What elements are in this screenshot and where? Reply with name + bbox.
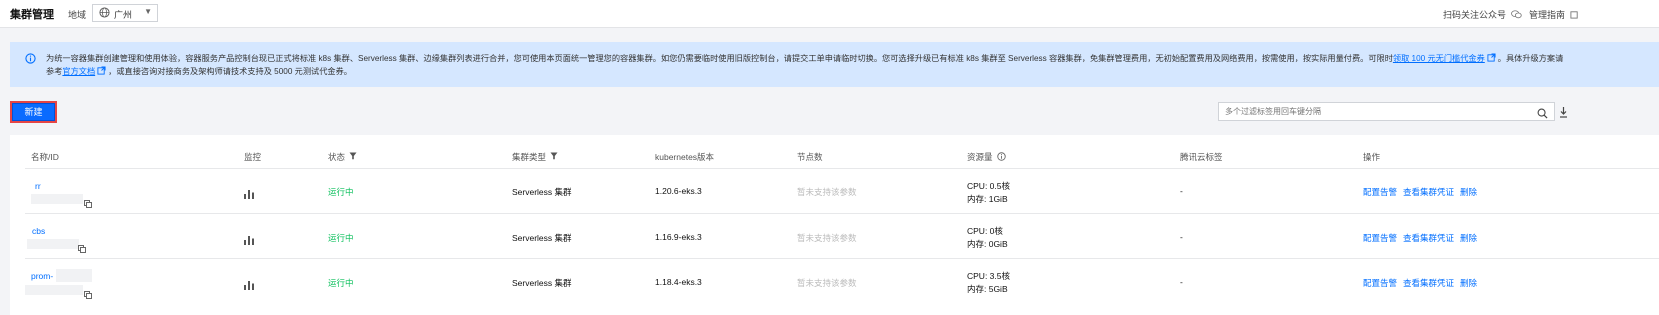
view-credentials-link[interactable]: 查看集群凭证 [1403, 233, 1454, 243]
download-icon[interactable] [1559, 105, 1568, 123]
chevron-down-icon: ▼ [144, 7, 152, 16]
view-credentials-link[interactable]: 查看集群凭证 [1403, 187, 1454, 197]
col-header-nodes: 节点数 [797, 152, 823, 162]
search-input[interactable] [1225, 104, 1525, 119]
top-bar: 集群管理 地域 广州 ▼ 扫码关注公众号 管理指南 [0, 0, 1659, 28]
info-icon [25, 51, 36, 69]
cluster-id-redacted [27, 239, 79, 249]
cluster-id-redacted [25, 285, 83, 295]
delete-link[interactable]: 删除 [1460, 187, 1477, 197]
tags-value: - [1180, 277, 1183, 287]
col-header-type[interactable]: 集群类型 [512, 151, 558, 163]
cpu-amount: CPU: 0.5核 [967, 181, 1010, 191]
cluster-type: Serverless 集群 [512, 278, 572, 288]
info-notice: 为统一容器集群创建管理和使用体验，容器服务产品控制台现已正式将标准 k8s 集群… [10, 42, 1659, 87]
copy-icon[interactable] [84, 286, 92, 304]
row-divider [25, 258, 1659, 259]
notice-text: 为统一容器集群创建管理和使用体验，容器服务产品控制台现已正式将标准 k8s 集群… [46, 53, 1564, 76]
copy-icon[interactable] [78, 240, 86, 258]
search-icon[interactable] [1537, 106, 1548, 124]
external-link-icon [1569, 11, 1578, 19]
memory-amount: 内存: 0GiB [967, 239, 1008, 249]
monitor-chart-icon[interactable] [244, 232, 254, 250]
wechat-icon [1510, 10, 1522, 19]
row-actions: 配置告警 查看集群凭证 删除 [1363, 277, 1483, 289]
external-link-icon [97, 66, 106, 75]
row-actions: 配置告警 查看集群凭证 删除 [1363, 232, 1483, 244]
row-divider [25, 168, 1659, 169]
region-label: 地域 [68, 10, 87, 20]
row-actions: 配置告警 查看集群凭证 删除 [1363, 186, 1483, 198]
region-select[interactable]: 广州 ▼ [92, 4, 158, 22]
delete-link[interactable]: 删除 [1460, 233, 1477, 243]
memory-amount: 内存: 1GiB [967, 194, 1008, 204]
guide-link[interactable]: 管理指南 [1529, 8, 1579, 21]
config-alarm-link[interactable]: 配置告警 [1363, 233, 1397, 243]
col-header-k8s: kubernetes版本 [655, 152, 715, 162]
row-divider [25, 213, 1659, 214]
config-alarm-link[interactable]: 配置告警 [1363, 278, 1397, 288]
node-count: 暂未支持该参数 [797, 278, 857, 288]
filter-icon[interactable] [349, 152, 357, 160]
delete-link[interactable]: 删除 [1460, 278, 1477, 288]
tags-value: - [1180, 232, 1183, 242]
cpu-amount: CPU: 3.5核 [967, 271, 1010, 281]
col-header-ops: 操作 [1363, 152, 1381, 162]
new-button-label: 新建 [13, 104, 54, 120]
follow-wechat-link[interactable]: 扫码关注公众号 [1443, 8, 1522, 21]
col-header-monitor: 监控 [244, 152, 262, 162]
info-icon[interactable] [997, 152, 1006, 161]
new-cluster-button[interactable]: 新建 [10, 101, 57, 123]
monitor-chart-icon[interactable] [244, 186, 254, 204]
k8s-version: 1.18.4-eks.3 [655, 277, 702, 287]
cluster-name-link[interactable]: prom- [31, 271, 53, 281]
search-box[interactable] [1218, 102, 1555, 121]
filter-icon[interactable] [550, 152, 558, 160]
follow-text: 扫码关注公众号 [1443, 10, 1507, 20]
trial-voucher-link[interactable]: 领取 100 元无门槛代金券 [1393, 54, 1485, 63]
official-doc-link[interactable]: 官方文档 [62, 67, 95, 76]
cluster-id-redacted [31, 194, 83, 204]
guide-text: 管理指南 [1529, 10, 1566, 20]
globe-icon [99, 7, 110, 20]
status-badge: 运行中 [328, 233, 354, 243]
cluster-type: Serverless 集群 [512, 187, 572, 197]
node-count: 暂未支持该参数 [797, 187, 857, 197]
node-count: 暂未支持该参数 [797, 233, 857, 243]
cluster-name-link[interactable]: cbs [32, 226, 45, 236]
config-alarm-link[interactable]: 配置告警 [1363, 187, 1397, 197]
monitor-chart-icon[interactable] [244, 277, 254, 295]
memory-amount: 内存: 5GiB [967, 284, 1008, 294]
view-credentials-link[interactable]: 查看集群凭证 [1403, 278, 1454, 288]
external-link-icon [1487, 53, 1496, 62]
cluster-name-link[interactable]: rr [35, 181, 41, 191]
col-header-status[interactable]: 状态 [328, 151, 357, 163]
col-header-tags: 腾讯云标签 [1180, 152, 1223, 162]
status-badge: 运行中 [328, 278, 354, 288]
col-header-resources: 资源量 [967, 151, 1006, 163]
k8s-version: 1.16.9-eks.3 [655, 232, 702, 242]
cluster-type: Serverless 集群 [512, 233, 572, 243]
cpu-amount: CPU: 0核 [967, 226, 1003, 236]
col-header-name: 名称/ID [31, 152, 59, 162]
page-title: 集群管理 [10, 9, 54, 21]
region-value: 广州 [114, 10, 133, 20]
cluster-name-redacted [56, 269, 92, 282]
status-badge: 运行中 [328, 187, 354, 197]
copy-icon[interactable] [84, 195, 92, 213]
k8s-version: 1.20.6-eks.3 [655, 186, 702, 196]
tags-value: - [1180, 186, 1183, 196]
